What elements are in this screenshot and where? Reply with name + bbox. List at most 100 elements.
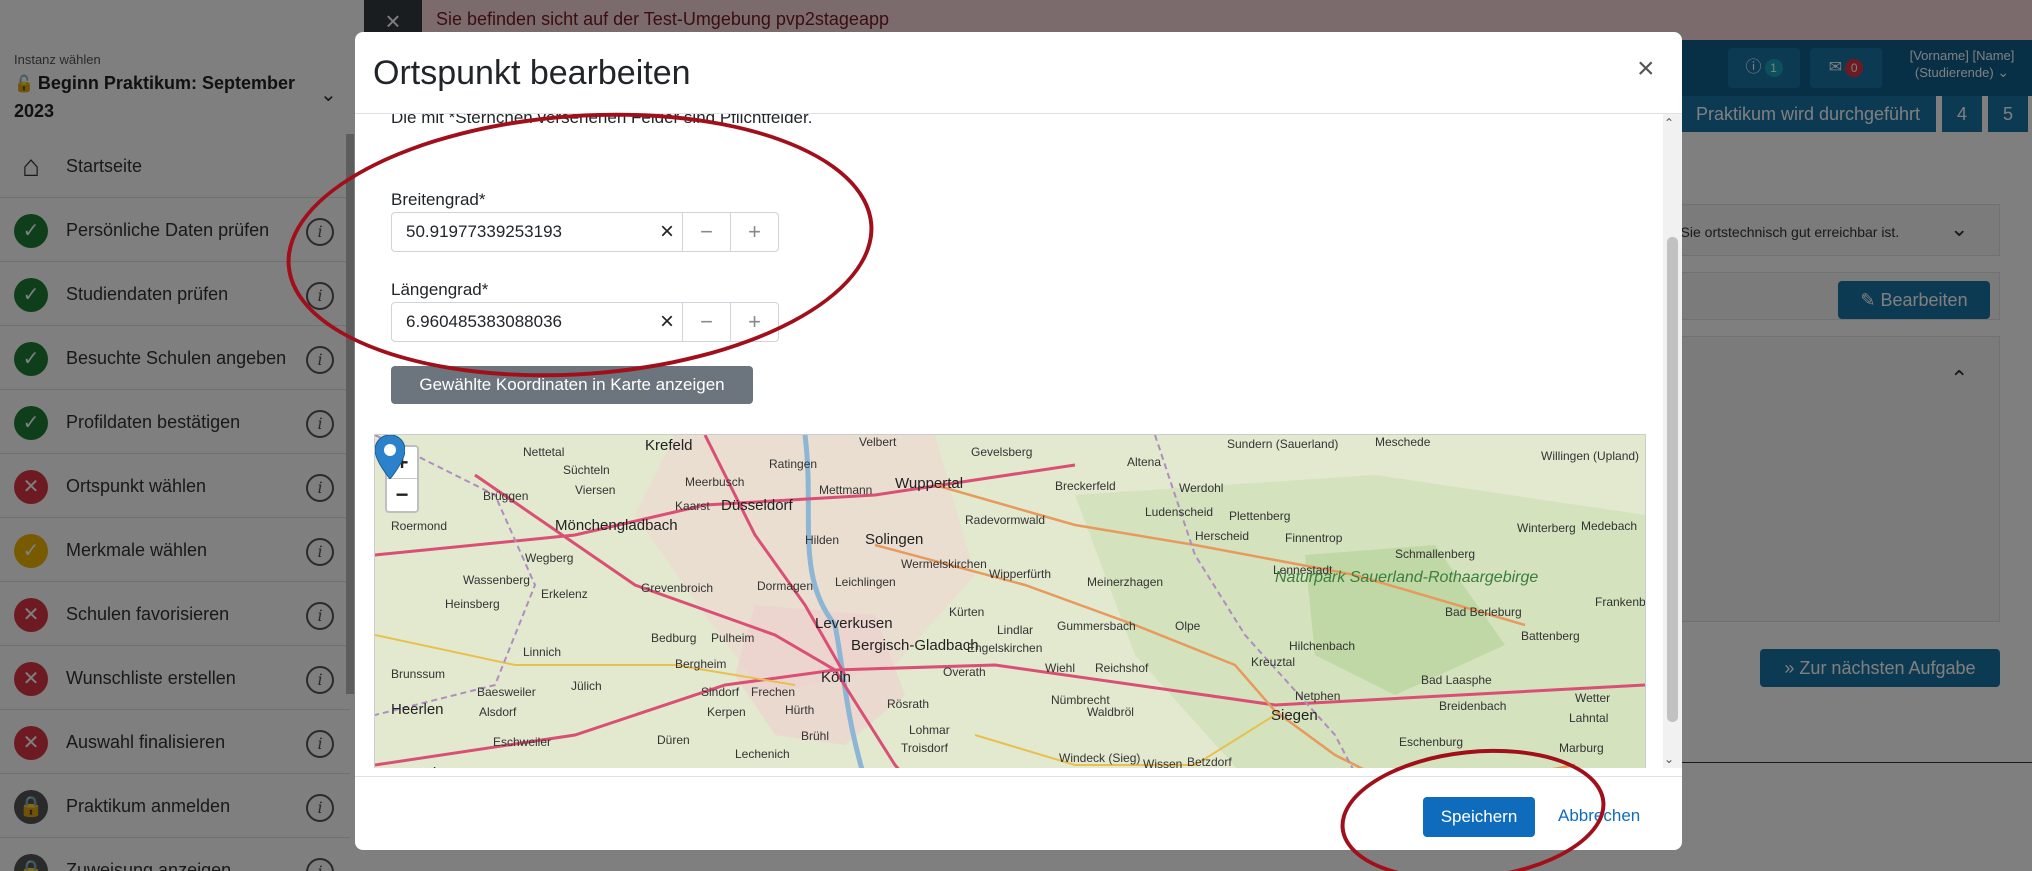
map-place-label: Dormagen xyxy=(757,579,814,593)
map[interactable]: + − Krefeld Nettetal Süchteln Viersen Brügge… xyxy=(374,434,1646,768)
map-place-label: Meschede xyxy=(1375,435,1431,449)
modal-scrollbar-thumb[interactable] xyxy=(1667,237,1678,722)
map-place-label: Brunssum xyxy=(391,667,446,681)
map-place-label: Brühl xyxy=(801,729,830,743)
map-place-label: Rösrath xyxy=(887,697,930,711)
map-place-label: Battenberg xyxy=(1521,629,1580,643)
map-place-label: Plettenberg xyxy=(1229,509,1291,523)
modal-title: Ortspunkt bearbeiten xyxy=(373,54,691,92)
map-tiles xyxy=(375,435,1645,768)
map-place-label: Wuppertal xyxy=(895,475,964,492)
map-place-label: Gevelsberg xyxy=(971,445,1033,459)
map-place-label: Herscheid xyxy=(1195,529,1250,543)
map-place-label: Leverkusen xyxy=(815,615,893,632)
map-place-label: Olpe xyxy=(1175,619,1201,633)
map-place-label: Velbert xyxy=(859,435,897,449)
map-place-label: Baesweiler xyxy=(477,685,536,699)
map-place-label: Bedburg xyxy=(651,631,697,645)
map-place-label: Heinsberg xyxy=(445,597,500,611)
map-place-label: Krefeld xyxy=(645,437,693,454)
map-place-label: Ratingen xyxy=(769,457,818,471)
map-place-label: Hilden xyxy=(805,533,840,547)
scroll-down-icon[interactable]: ⌄ xyxy=(1664,752,1674,766)
map-place-label: Siegen xyxy=(1271,707,1318,724)
map-place-label: Sundern (Sauerland) xyxy=(1227,437,1339,451)
map-place-label: Altena xyxy=(1127,455,1162,469)
map-place-label: Viersen xyxy=(575,483,616,497)
map-place-label: Kreuztal xyxy=(1251,655,1296,669)
map-place-label: Bad Berleburg xyxy=(1445,605,1522,619)
map-place-label: Düren xyxy=(657,733,690,747)
map-place-label: Kürten xyxy=(949,605,985,619)
scroll-up-icon[interactable]: ⌃ xyxy=(1664,116,1674,130)
map-place-label: Erkelenz xyxy=(541,587,588,601)
map-place-label: Eschweiler xyxy=(493,735,552,749)
map-place-label: Meerbusch xyxy=(685,475,745,489)
map-place-label: Sankt Augustin xyxy=(895,767,975,768)
map-place-label: Wissen xyxy=(1143,757,1183,768)
map-place-label: Brüggen xyxy=(483,489,529,503)
map-place-label: Aachen xyxy=(407,765,458,768)
map-place-label: Wetter xyxy=(1575,691,1611,705)
map-place-label: Linnich xyxy=(523,645,562,659)
map-place-label: Breidenbach xyxy=(1439,699,1507,713)
map-place-label: Schmallenberg xyxy=(1395,547,1476,561)
map-place-label: Eschenburg xyxy=(1399,735,1464,749)
map-place-label: Köln xyxy=(821,669,852,686)
map-place-label: Hürth xyxy=(785,703,815,717)
map-marker-icon[interactable] xyxy=(375,435,405,479)
map-place-label: Overath xyxy=(943,665,986,679)
map-place-label: Breckerfeld xyxy=(1055,479,1116,493)
close-modal-button[interactable]: × xyxy=(1637,54,1655,84)
map-place-label: Wiehl xyxy=(1045,661,1076,675)
map-place-label: Pulheim xyxy=(711,631,755,645)
map-place-label: Troisdorf xyxy=(901,741,948,755)
map-place-label: Reichshof xyxy=(1095,661,1149,675)
map-place-label: Jülich xyxy=(571,679,602,693)
map-place-label: Wegberg xyxy=(525,551,574,565)
map-place-label: Solingen xyxy=(865,531,924,548)
map-place-label: Lindlar xyxy=(997,623,1034,637)
map-place-label: Alsdorf xyxy=(479,705,517,719)
map-place-label: Lechenich xyxy=(735,747,790,761)
map-place-label: Wipperfürth xyxy=(989,567,1052,581)
map-place-label: Mettmann xyxy=(819,483,873,497)
park-label: Naturpark Sauerland-Rothaargebirge xyxy=(1275,569,1538,586)
map-place-label: Frechen xyxy=(751,685,796,699)
map-place-label: Bad Laasphe xyxy=(1421,673,1492,687)
map-place-label: Leichlingen xyxy=(835,575,896,589)
map-place-label: Lohmar xyxy=(909,723,950,737)
map-place-label: Lahntal xyxy=(1569,711,1609,725)
map-place-label: Waldbröl xyxy=(1087,705,1134,719)
map-place-label: Medebach xyxy=(1581,519,1638,533)
map-place-label: Winterberg xyxy=(1517,521,1576,535)
map-place-label: Werdohl xyxy=(1179,481,1224,495)
map-place-label: Nettetal xyxy=(523,445,565,459)
close-icon: × xyxy=(1637,52,1655,85)
map-place-label: Marburg xyxy=(1559,741,1604,755)
map-place-label: Betzdorf xyxy=(1187,755,1232,768)
map-place-label: Finnentrop xyxy=(1285,531,1343,545)
map-place-label: Düsseldorf xyxy=(721,497,793,514)
map-place-label: Grevenbroich xyxy=(641,581,714,595)
map-place-label: Bergisch-Gladbach xyxy=(851,637,979,654)
map-place-label: Sindorf xyxy=(701,685,740,699)
map-place-label: Ludenscheid xyxy=(1145,505,1214,519)
map-place-label: Bergheim xyxy=(675,657,727,671)
map-place-label: Roermond xyxy=(391,519,448,533)
map-place-label: Wassenberg xyxy=(463,573,530,587)
map-place-label: Kerpen xyxy=(707,705,746,719)
map-place-label: Netphen xyxy=(1295,689,1341,703)
zoom-out-button[interactable]: − xyxy=(387,479,417,511)
map-place-label: Kaarst xyxy=(675,499,710,513)
map-place-label: Meinerzhagen xyxy=(1087,575,1164,589)
map-place-label: Mönchengladbach xyxy=(555,517,678,534)
map-place-label: Windeck (Sieg) xyxy=(1059,751,1141,765)
map-place-label: Gummersbach xyxy=(1057,619,1136,633)
map-place-label: Willingen (Upland) xyxy=(1541,449,1640,463)
map-place-label: Wermelskirchen xyxy=(901,557,987,571)
map-place-label: Hilchenbach xyxy=(1289,639,1356,653)
map-place-label: Frankenberg (Eder) xyxy=(1595,595,1646,609)
map-place-label: Heerlen xyxy=(391,701,444,718)
map-place-label: Süchteln xyxy=(563,463,610,477)
